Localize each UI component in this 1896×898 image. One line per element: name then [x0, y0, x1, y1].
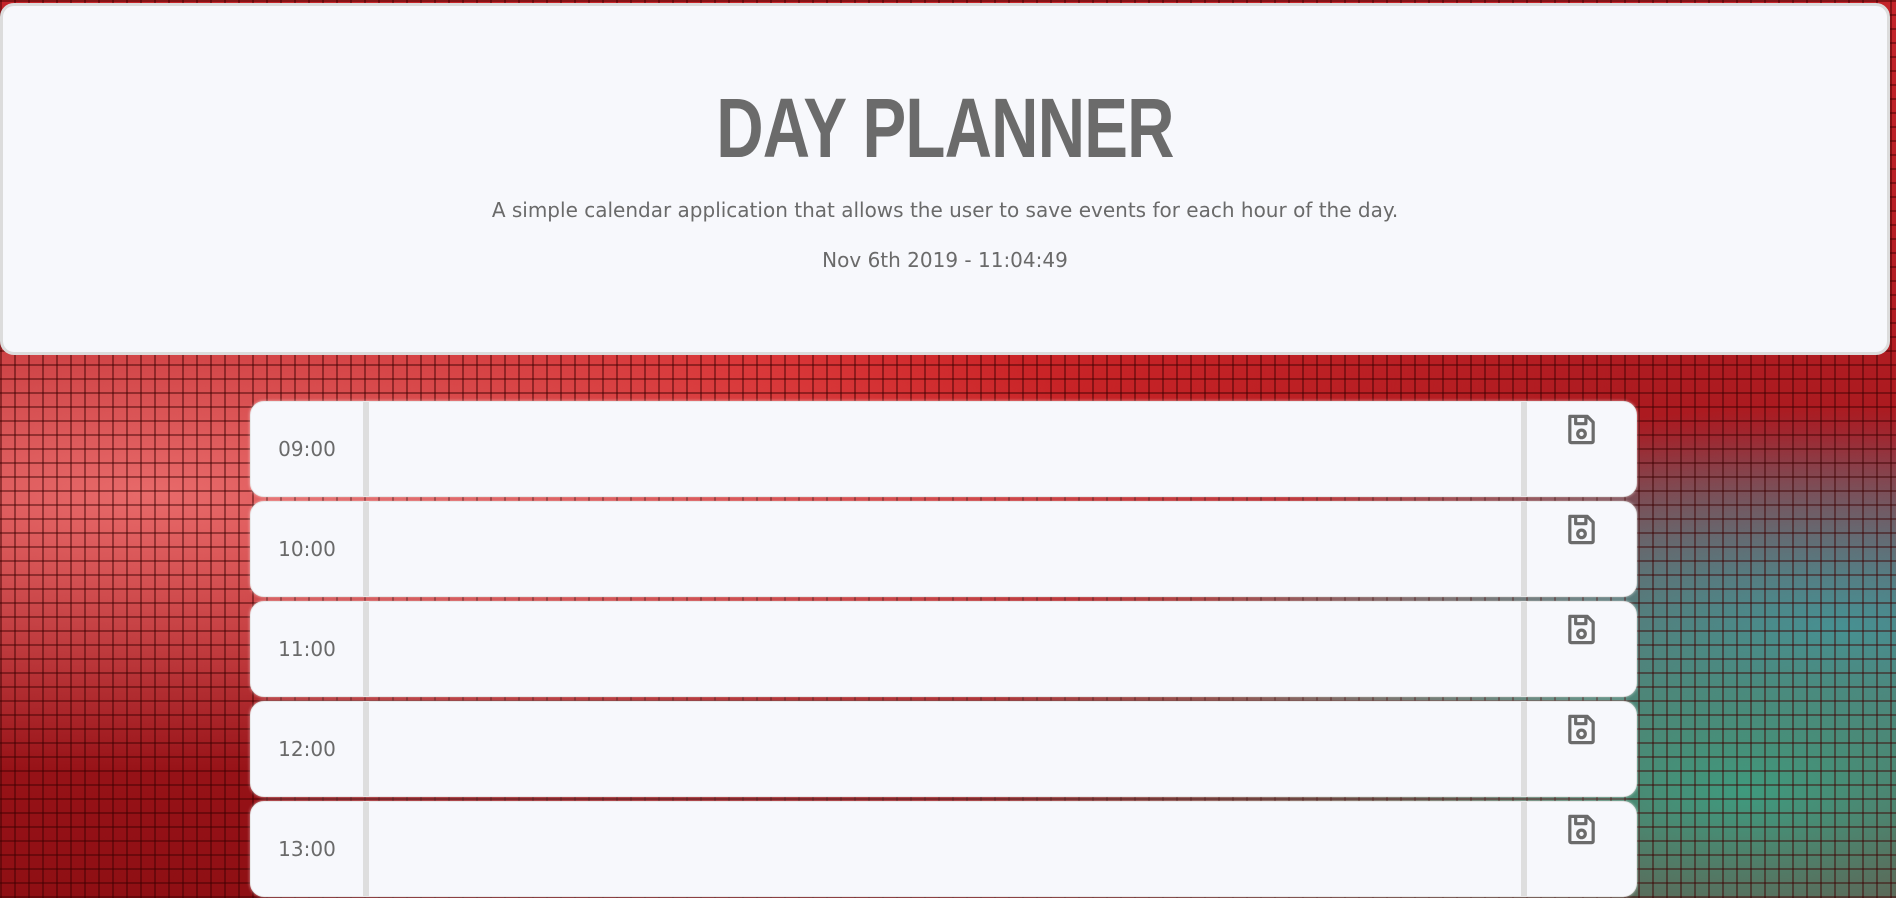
event-textarea[interactable]: [369, 602, 1636, 696]
event-input[interactable]: [369, 802, 1636, 896]
save-button[interactable]: [1527, 802, 1636, 896]
header-jumbotron: DAY PLANNER A simple calendar applicatio…: [0, 3, 1890, 355]
time-block-row: 09:00: [250, 401, 1637, 497]
save-button[interactable]: [1527, 502, 1636, 596]
hour-label: 13:00: [278, 837, 336, 861]
event-textarea[interactable]: [369, 702, 1636, 796]
floppy-disk-icon[interactable]: [1564, 512, 1599, 547]
hour-label: 12:00: [278, 737, 336, 761]
event-input[interactable]: [369, 402, 1636, 496]
save-button[interactable]: [1527, 402, 1636, 496]
event-textarea[interactable]: [369, 402, 1636, 496]
page-title: DAY PLANNER: [716, 81, 1174, 175]
floppy-disk-icon[interactable]: [1564, 612, 1599, 647]
hour-label: 10:00: [278, 537, 336, 561]
event-input[interactable]: [369, 702, 1636, 796]
app-description: A simple calendar application that allow…: [491, 198, 1399, 222]
time-block-row: 12:00: [250, 701, 1637, 797]
save-button[interactable]: [1527, 602, 1636, 696]
floppy-disk-icon[interactable]: [1564, 812, 1599, 847]
event-textarea[interactable]: [369, 502, 1636, 596]
event-input[interactable]: [369, 502, 1636, 596]
hour-label: 09:00: [278, 437, 336, 461]
floppy-disk-icon[interactable]: [1564, 412, 1599, 447]
floppy-disk-icon[interactable]: [1564, 712, 1599, 747]
event-textarea[interactable]: [369, 802, 1636, 896]
save-button[interactable]: [1527, 702, 1636, 796]
hour-label: 11:00: [278, 637, 336, 661]
time-block-row: 10:00: [250, 501, 1637, 597]
time-block-row: 11:00: [250, 601, 1637, 697]
current-datetime: Nov 6th 2019 - 11:04:49: [822, 248, 1068, 272]
event-input[interactable]: [369, 602, 1636, 696]
time-block-row: 13:00: [250, 801, 1637, 897]
time-block-list: 09:00 10:00 11:00 12:00 13:00: [250, 401, 1637, 898]
